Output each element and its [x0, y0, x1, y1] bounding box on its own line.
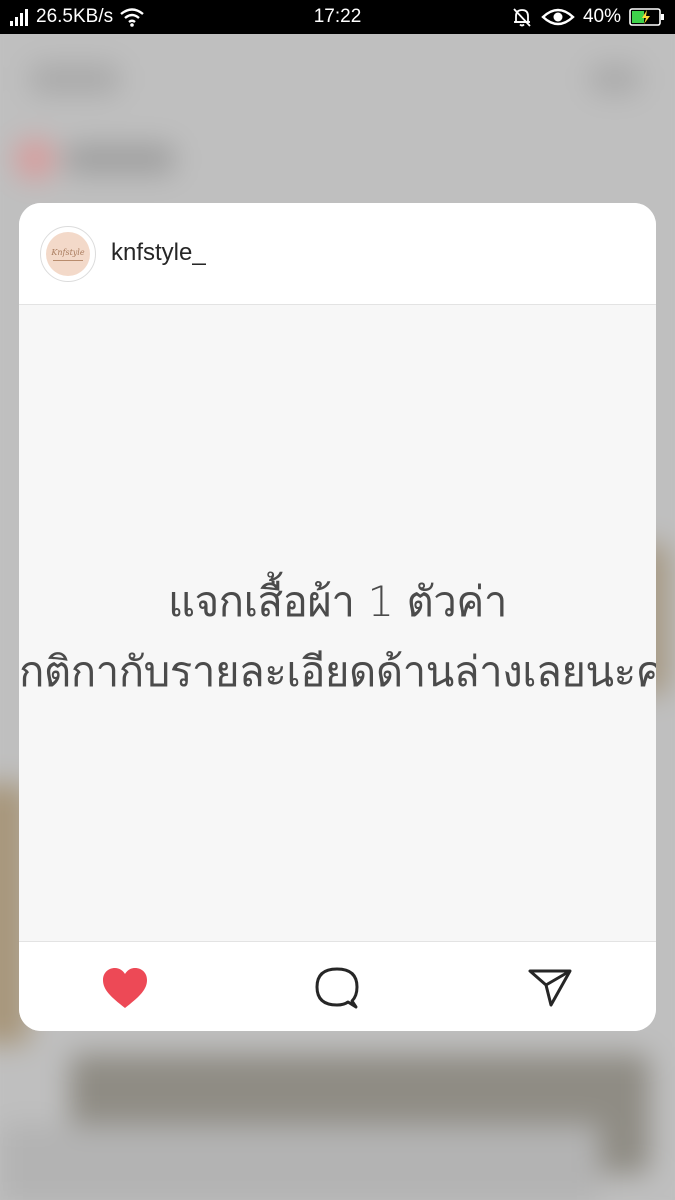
avatar[interactable]: Knfstyle	[40, 226, 96, 282]
username[interactable]: knfstyle_	[111, 239, 206, 267]
like-button[interactable]	[101, 964, 149, 1012]
avatar-logo-text: Knfstyle	[51, 247, 85, 257]
post-actions	[19, 941, 656, 1031]
comment-bubble-icon	[315, 967, 359, 1009]
avatar-logo: Knfstyle	[46, 232, 90, 276]
heart-filled-icon	[103, 968, 147, 1008]
post-image[interactable]: แจกเสื้อผ้า 1 ตัวค่า กติกากับรายละเอียดด…	[19, 305, 656, 941]
eye-icon	[541, 8, 575, 26]
post-peek-card[interactable]: Knfstyle knfstyle_ แจกเสื้อผ้า 1 ตัวค่า …	[19, 203, 656, 1031]
share-button[interactable]	[526, 964, 574, 1012]
caption-line-2: กติกากับรายละเอียดด้านล่างเลยนะคะ	[19, 647, 656, 696]
post-caption: แจกเสื้อผ้า 1 ตัวค่า กติกากับรายละเอียดด…	[19, 567, 656, 707]
comment-button[interactable]	[313, 964, 361, 1012]
caption-line-1: แจกเสื้อผ้า 1 ตัวค่า	[168, 577, 507, 626]
send-paper-plane-icon	[528, 969, 572, 1007]
post-header: Knfstyle knfstyle_	[19, 203, 656, 305]
battery-charging-icon	[629, 8, 664, 26]
battery-percent: 40%	[582, 6, 621, 27]
mute-bell-icon	[513, 8, 531, 27]
status-bar: 26.5KB/s 17:22 40%	[0, 0, 675, 34]
